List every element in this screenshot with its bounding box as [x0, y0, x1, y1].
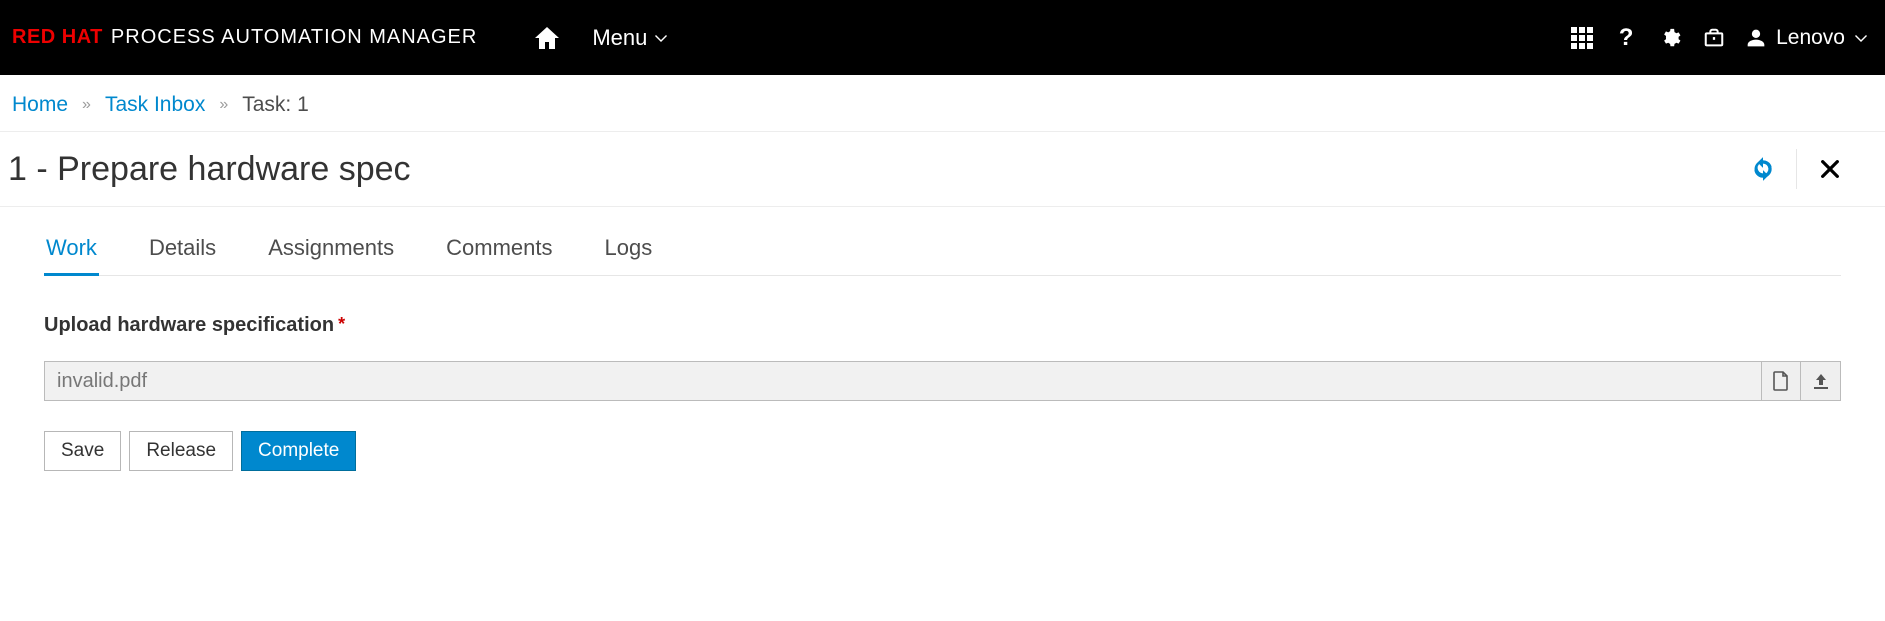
breadcrumb-separator: »: [82, 96, 91, 114]
help-button[interactable]: ?: [1604, 16, 1648, 60]
upload-file-button[interactable]: [1801, 361, 1841, 401]
complete-button[interactable]: Complete: [241, 431, 356, 471]
close-icon: [1819, 158, 1841, 180]
refresh-icon: [1750, 156, 1776, 182]
breadcrumb-task-inbox[interactable]: Task Inbox: [105, 93, 205, 117]
user-icon: [1746, 28, 1766, 48]
choose-file-button[interactable]: [1761, 361, 1801, 401]
tab-details[interactable]: Details: [147, 229, 218, 276]
brand-red-hat: RED HAT: [12, 26, 103, 49]
tab-assignments[interactable]: Assignments: [266, 229, 396, 276]
chevron-down-icon: [1855, 34, 1867, 42]
apps-grid-button[interactable]: [1560, 16, 1604, 60]
refresh-button[interactable]: [1740, 146, 1786, 192]
question-icon: ?: [1619, 24, 1634, 52]
title-divider: [1796, 149, 1797, 189]
form-actions: Save Release Complete: [44, 431, 1841, 471]
page-title: 1 - Prepare hardware spec: [8, 150, 1740, 189]
settings-button[interactable]: [1648, 16, 1692, 60]
task-content: Work Details Assignments Comments Logs U…: [0, 207, 1885, 471]
upload-filename-input[interactable]: [44, 361, 1761, 401]
admin-button[interactable]: [1692, 16, 1736, 60]
page-title-bar: 1 - Prepare hardware spec: [0, 132, 1885, 207]
upload-field-label-row: Upload hardware specification*: [44, 314, 1841, 337]
upload-icon: [1812, 372, 1830, 390]
top-navbar: RED HAT PROCESS AUTOMATION MANAGER Menu …: [0, 0, 1885, 75]
product-brand: RED HAT PROCESS AUTOMATION MANAGER: [10, 26, 477, 49]
breadcrumb-separator: »: [219, 96, 228, 114]
home-button[interactable]: [527, 18, 567, 58]
home-icon: [535, 27, 559, 49]
menu-label: Menu: [592, 25, 647, 51]
close-button[interactable]: [1807, 146, 1853, 192]
gear-icon: [1659, 27, 1681, 49]
upload-label: Upload hardware specification: [44, 314, 334, 337]
required-indicator: *: [338, 314, 345, 334]
brand-product-name: PROCESS AUTOMATION MANAGER: [111, 26, 477, 49]
upload-input-group: [44, 361, 1841, 401]
tab-logs[interactable]: Logs: [603, 229, 655, 276]
user-menu[interactable]: Lenovo: [1746, 26, 1867, 50]
chevron-down-icon: [655, 34, 667, 42]
grid-icon: [1571, 27, 1593, 49]
tab-comments[interactable]: Comments: [444, 229, 554, 276]
release-button[interactable]: Release: [129, 431, 233, 471]
menu-dropdown[interactable]: Menu: [592, 25, 667, 51]
breadcrumb-home[interactable]: Home: [12, 93, 68, 117]
work-form: Upload hardware specification* Save Rele…: [44, 276, 1841, 471]
breadcrumb: Home » Task Inbox » Task: 1: [0, 75, 1885, 132]
file-icon: [1773, 371, 1789, 391]
tab-work[interactable]: Work: [44, 229, 99, 276]
task-tabs: Work Details Assignments Comments Logs: [44, 229, 1841, 276]
breadcrumb-current: Task: 1: [242, 93, 309, 117]
save-button[interactable]: Save: [44, 431, 121, 471]
user-name: Lenovo: [1776, 26, 1845, 50]
briefcase-icon: [1703, 27, 1725, 49]
